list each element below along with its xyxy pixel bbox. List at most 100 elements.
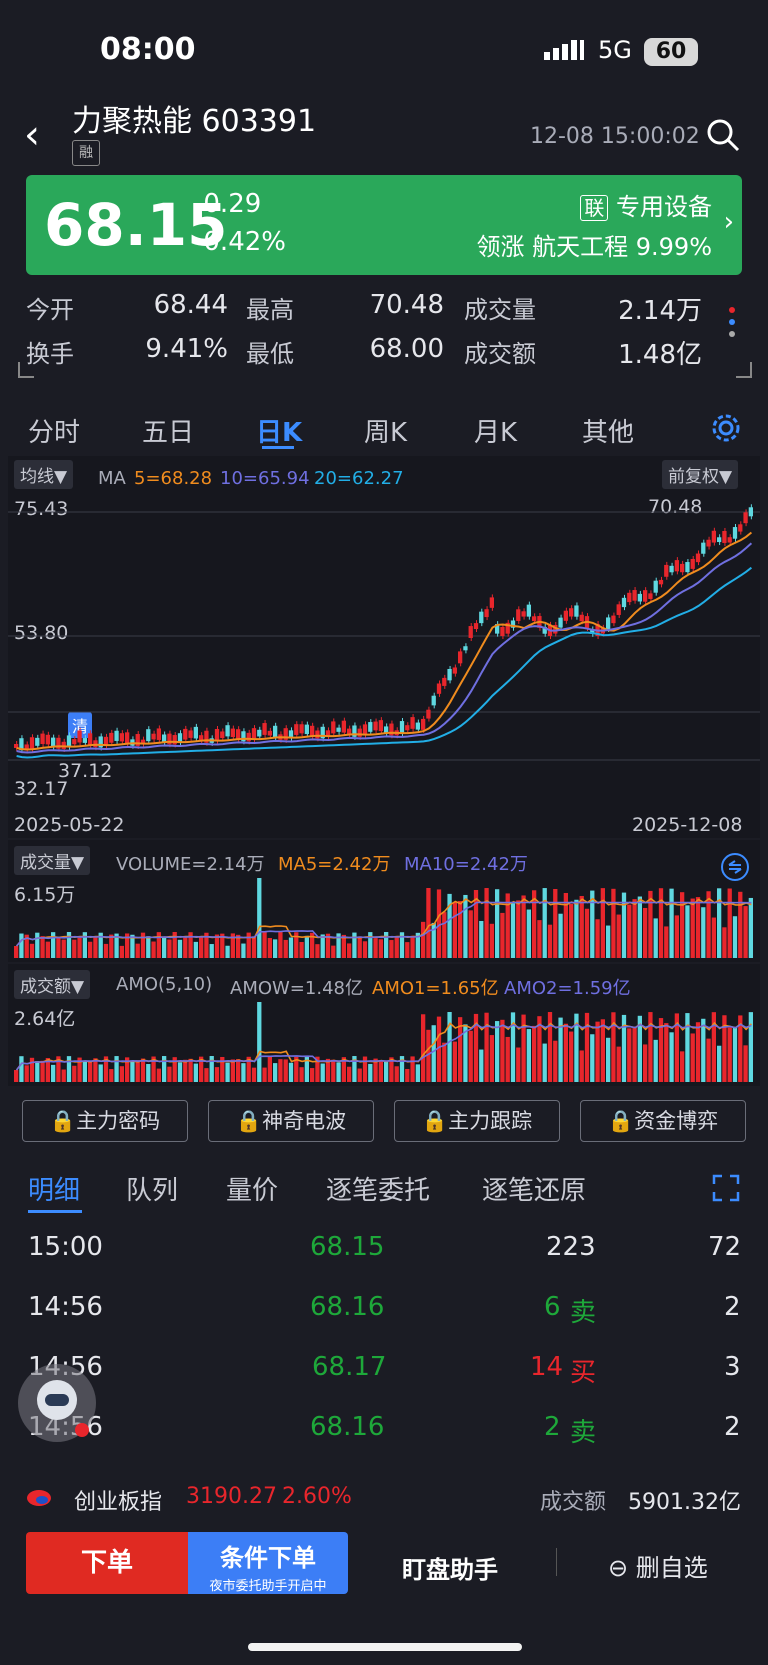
volume-bar xyxy=(616,1046,621,1082)
tick-count: 2 xyxy=(724,1412,741,1442)
candle xyxy=(410,717,415,729)
more-dots-icon[interactable] xyxy=(728,304,736,348)
tick-price: 68.17 xyxy=(312,1352,387,1382)
expand-corner-icon[interactable] xyxy=(18,362,34,378)
volume-bar xyxy=(135,1060,140,1082)
candle xyxy=(399,721,405,734)
status-bar: 08:00 5G 60 xyxy=(0,0,768,100)
tab-order-replay[interactable]: 逐笔还原 xyxy=(482,1170,586,1207)
gear-icon[interactable] xyxy=(710,412,742,448)
volume-bar xyxy=(732,1027,738,1082)
tab-intraday[interactable]: 分时 xyxy=(28,412,80,449)
date-end: 2025-12-08 xyxy=(632,814,743,836)
volume-bar xyxy=(183,1059,188,1082)
volume-bar xyxy=(241,943,246,958)
assistant-avatar[interactable] xyxy=(18,1364,96,1442)
tool-magic-wave[interactable]: 🔒神奇电波 xyxy=(208,1100,374,1142)
volume-bar xyxy=(357,936,362,958)
tab-more[interactable]: 其他 xyxy=(582,412,634,449)
candle xyxy=(711,530,716,543)
volume-bar xyxy=(188,1058,193,1082)
volume-bar xyxy=(209,944,214,958)
volume-bar xyxy=(331,945,336,958)
candle xyxy=(299,724,304,734)
turnover-value: 9.41% xyxy=(145,334,228,364)
index-bar[interactable]: 创业板指 3190.27 2.60% 成交额 5901.32亿 xyxy=(0,1470,768,1526)
candle xyxy=(415,722,420,730)
chevron-right-icon[interactable]: › xyxy=(724,207,734,237)
volume-bar xyxy=(489,1035,494,1082)
volume-bar xyxy=(632,899,637,958)
volume-bar xyxy=(410,1056,415,1082)
volume-bar xyxy=(167,1066,172,1082)
cond-sub: 夜市委托助手开启中 xyxy=(209,1579,327,1594)
amount-panel[interactable]: 成交额▼ AMO(5,10) AMOW=1.48亿 AMO1=1.65亿 AMO… xyxy=(8,964,760,1086)
volume-bar xyxy=(463,894,468,958)
tab-details[interactable]: 明细 xyxy=(28,1170,80,1207)
volume-bar xyxy=(664,926,669,958)
candle xyxy=(246,732,251,742)
volume-bar xyxy=(251,936,257,958)
volume-bar xyxy=(685,905,690,958)
candle xyxy=(574,605,579,617)
volume-bar xyxy=(743,1045,748,1082)
volume-bar xyxy=(706,891,711,958)
volume-bar xyxy=(532,1025,537,1082)
volume-bar xyxy=(558,913,563,958)
fullscreen-icon[interactable] xyxy=(712,1174,740,1206)
tick-price: 68.16 xyxy=(310,1292,385,1322)
candle xyxy=(225,725,230,737)
price-banner[interactable]: 68.15 -0.29 -0.42% 联 专用设备 领涨 航天工程 9.99% … xyxy=(26,175,742,275)
volume-bar xyxy=(717,888,722,958)
tab-order-by-order[interactable]: 逐笔委托 xyxy=(326,1170,430,1207)
candle xyxy=(447,668,452,681)
volume-bar xyxy=(299,1067,304,1082)
tab-volume-price[interactable]: 量价 xyxy=(226,1170,278,1207)
volume-bar xyxy=(727,1027,732,1082)
volume-bar xyxy=(336,1062,341,1082)
tick-side: 买 xyxy=(570,1358,597,1388)
candle xyxy=(695,553,701,563)
lead-pct: 9.99% xyxy=(635,233,712,261)
tool-main-force-code[interactable]: 🔒主力密码 xyxy=(22,1100,188,1142)
low-value: 68.00 xyxy=(369,334,444,364)
expand-corner-icon[interactable] xyxy=(736,362,752,378)
tab-weekly-k[interactable]: 周K xyxy=(364,412,407,449)
conditional-order-button[interactable]: 条件下单 夜市委托助手开启中 xyxy=(188,1532,348,1594)
volume-bar xyxy=(695,897,701,958)
tab-queue[interactable]: 队列 xyxy=(126,1170,178,1207)
signal-icon xyxy=(544,40,584,64)
table-row: 14:56 68.16 2 卖 2 xyxy=(0,1412,768,1472)
watch-helper-button[interactable]: 盯盘助手 xyxy=(402,1550,498,1585)
tick-volume: 2 xyxy=(544,1412,561,1442)
price-change-pct: -0.42% xyxy=(194,227,286,257)
volume-bar xyxy=(304,935,309,958)
order-button[interactable]: 下单 xyxy=(26,1532,188,1594)
tab-daily-k[interactable]: 日K xyxy=(256,412,302,449)
volume-bar xyxy=(267,938,272,958)
tick-time: 15:00 xyxy=(28,1232,103,1262)
volume-panel[interactable]: 成交量▼ VOLUME=2.14万 MA5=2.42万 MA10=2.42万 6… xyxy=(8,840,760,962)
volume-bar xyxy=(378,939,383,958)
index-pct: 2.60% xyxy=(282,1484,352,1509)
candle xyxy=(88,733,93,746)
tool-main-force-track[interactable]: 🔒主力跟踪 xyxy=(394,1100,560,1142)
tick-side: 卖 xyxy=(570,1298,597,1328)
sector-info[interactable]: 联 专用设备 xyxy=(580,187,712,222)
volume-bar xyxy=(40,1060,45,1082)
volume-bar xyxy=(690,1033,695,1082)
candle xyxy=(706,539,711,547)
candle xyxy=(368,722,373,732)
volume-bar xyxy=(251,1067,257,1082)
volume-bar xyxy=(394,937,399,958)
candle xyxy=(621,597,627,608)
tool-capital-game[interactable]: 🔒资金博弈 xyxy=(580,1100,746,1142)
tab-monthly-k[interactable]: 月K xyxy=(474,412,517,449)
search-icon[interactable] xyxy=(706,118,740,156)
remove-watchlist-button[interactable]: ⊖ 删自选 xyxy=(608,1548,708,1583)
back-icon[interactable]: ‹ xyxy=(24,112,40,158)
candle xyxy=(172,735,177,745)
volume-bar xyxy=(119,1066,124,1082)
kline-panel[interactable]: 均线▼ MA 5=68.28 10=65.94 20=62.27 前复权▼ 75… xyxy=(8,456,760,838)
tab-five-day[interactable]: 五日 xyxy=(142,412,194,449)
